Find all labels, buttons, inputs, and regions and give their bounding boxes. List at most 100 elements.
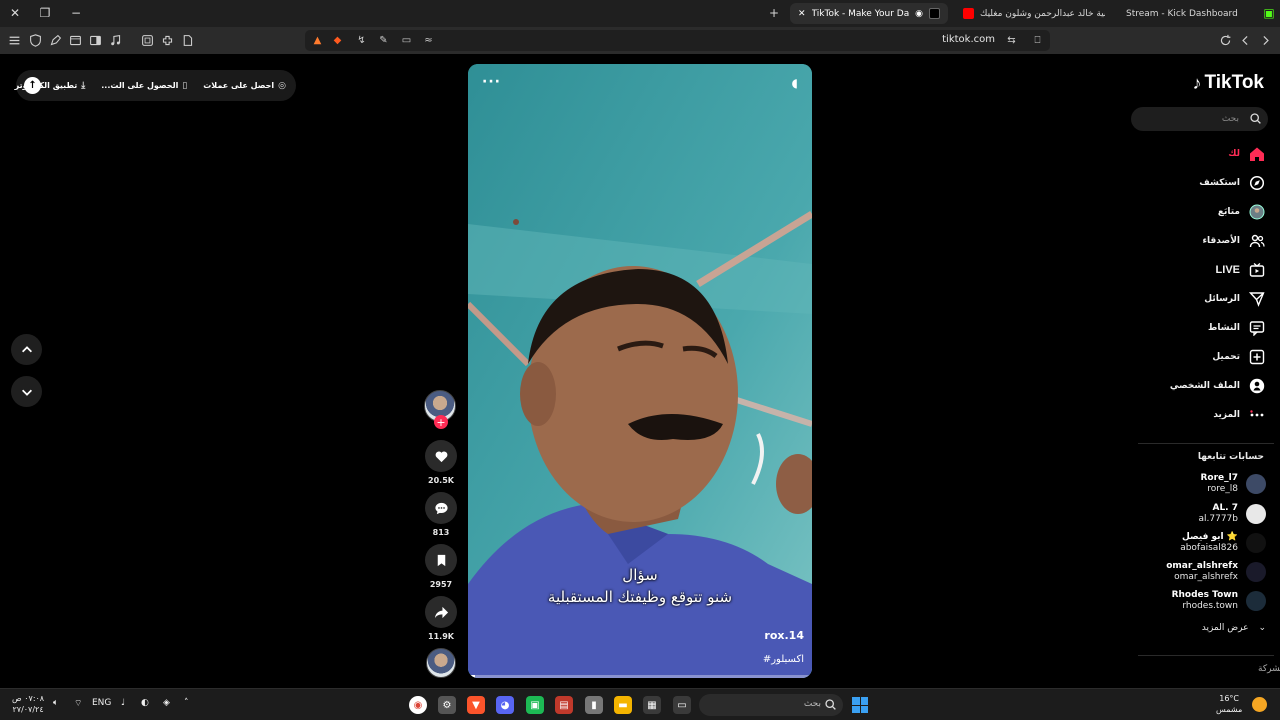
bookmark-icon[interactable]: ⎕ <box>1031 34 1044 47</box>
defender-tray-icon[interactable]: ◈ <box>163 698 170 708</box>
volume-icon[interactable]: ◖ <box>792 76 798 90</box>
sidebar-item-live[interactable]: LIVE <box>1216 260 1266 280</box>
tiktok-favicon-icon <box>929 8 940 19</box>
video-progress-bar[interactable] <box>468 675 812 678</box>
extensions-icon[interactable] <box>159 32 175 48</box>
more-options-icon[interactable]: ··· <box>482 74 501 90</box>
followed-account[interactable]: Rore_l7 rore_l8 <box>1136 471 1266 497</box>
video-hashtag[interactable]: #اكسبلور <box>763 654 804 665</box>
wave-icon[interactable]: ≈ <box>422 34 435 47</box>
comment-button[interactable] <box>425 492 457 524</box>
music-disc-avatar[interactable] <box>426 648 456 678</box>
address-bar[interactable]: ▲ ◆ ↯ ✎ ▭ ≈ tiktok.com ⇆ ⎕ <box>305 30 1050 51</box>
caption-line-2: شنو تتوقع وظيفتك المستقبلية <box>547 588 733 606</box>
language-indicator[interactable]: ENG <box>92 698 111 708</box>
microphone-icon[interactable]: ♩ <box>121 698 125 708</box>
coin-icon: ◎ <box>278 80 286 91</box>
search-box[interactable] <box>1131 107 1268 131</box>
document-icon[interactable] <box>179 32 195 48</box>
more-icon <box>1248 406 1266 424</box>
file-explorer-icon[interactable]: ▬ <box>614 696 632 714</box>
settings-icon[interactable]: ⚙ <box>438 696 456 714</box>
sidebar-icon[interactable] <box>87 32 103 48</box>
taskbar-search[interactable]: بحث <box>699 694 843 716</box>
reader-mode-icon[interactable]: ⇆ <box>1005 34 1018 47</box>
sidebar-item-messages[interactable]: الرسائل <box>1204 289 1266 309</box>
brave-shields-icon[interactable]: ◆ <box>331 34 344 47</box>
tiktok-logo[interactable]: ♪ TikTok <box>1193 72 1264 94</box>
translate-icon[interactable]: ↯ <box>355 34 368 47</box>
get-app-link[interactable]: ▯ الحصول على الت... <box>101 81 187 91</box>
youtube-favicon-icon <box>963 8 974 19</box>
taskbar-clock[interactable]: ٠٧:٠٨ ص ٢٧/٠٧/٢٤ <box>12 693 44 715</box>
search-icon[interactable] <box>1249 112 1262 125</box>
followed-account[interactable]: Rhodes Town rhodes.town <box>1136 588 1266 614</box>
sidebar-item-friends[interactable]: الأصدقاء <box>1202 231 1266 251</box>
followed-account[interactable]: ابو فيصل ⭐ abofaisal826 <box>1136 530 1266 556</box>
chrome-icon[interactable]: ◉ <box>409 696 427 714</box>
tab-kick-dashboard[interactable]: Stream - Kick Dashboard <box>1118 3 1268 24</box>
followed-account[interactable]: AL. 7 al.7777b <box>1136 501 1266 527</box>
video-player[interactable]: ··· ◖ سؤال شنو تتوقع وظيفتك المستقبلية r… <box>468 64 812 678</box>
sidebar-item-for-you[interactable]: لك <box>1228 144 1266 164</box>
search-input[interactable] <box>1139 111 1239 127</box>
brave-rewards-icon[interactable]: ▲ <box>311 34 324 47</box>
video-author[interactable]: rox.14 <box>764 629 804 642</box>
brush-icon[interactable]: ✎ <box>377 34 390 47</box>
shield-icon[interactable] <box>27 32 43 48</box>
tab-title: Stream - Kick Dashboard <box>1126 8 1238 19</box>
company-link[interactable]: الشركة <box>1258 664 1280 674</box>
pen-icon[interactable] <box>47 32 63 48</box>
restore-window-icon[interactable]: ❐ <box>35 4 55 22</box>
sidebar-item-profile[interactable]: الملف الشخصي <box>1170 376 1266 396</box>
tab-tiktok[interactable]: ✕ TikTok - Make Your Day ◉ <box>790 3 948 24</box>
audio-playing-icon[interactable]: ◉ <box>915 9 923 19</box>
video-editor-icon[interactable]: ▤ <box>555 696 573 714</box>
scroll-top-icon[interactable]: ↑ <box>24 77 41 94</box>
close-window-icon[interactable]: ✕ <box>5 4 25 22</box>
windows-start-icon[interactable] <box>852 697 868 713</box>
reload-icon[interactable] <box>1217 32 1233 48</box>
sidebar-item-explore[interactable]: استكشف <box>1199 173 1266 193</box>
menu-icon[interactable] <box>6 32 22 48</box>
get-coins-link[interactable]: ◎ احصل على عملات <box>203 81 286 91</box>
store-icon[interactable]: ▦ <box>643 696 661 714</box>
chevron-up-icon[interactable]: ˄ <box>184 698 189 708</box>
minimize-window-icon[interactable]: − <box>66 4 86 22</box>
screenshot-icon[interactable] <box>139 32 155 48</box>
url-text[interactable]: tiktok.com <box>942 34 995 45</box>
tab-youtube-song[interactable]: اغنية خالد عبدالرحمن وشلون مغليك -... <box>955 3 1113 24</box>
like-button[interactable] <box>425 440 457 472</box>
account-name: Rhodes Town <box>1171 590 1238 600</box>
picture-in-picture-icon[interactable]: ▭ <box>400 34 413 47</box>
wifi-icon[interactable]: ⌔ <box>74 698 82 709</box>
task-view-icon[interactable]: ▭ <box>673 696 691 714</box>
video-frame <box>468 64 812 678</box>
next-video-button[interactable] <box>11 376 42 407</box>
sidebar-item-more[interactable]: المزيد <box>1213 405 1266 425</box>
chevron-down-icon <box>21 389 32 396</box>
share-button[interactable] <box>425 596 457 628</box>
save-button[interactable] <box>425 544 457 576</box>
speaker-icon[interactable]: 🔈︎ <box>53 698 58 708</box>
music-icon[interactable] <box>107 32 123 48</box>
tabs-icon[interactable] <box>67 32 83 48</box>
discord-icon[interactable]: ◕ <box>496 696 514 714</box>
kick-app-icon[interactable]: ▣ <box>526 696 544 714</box>
follow-plus-icon[interactable]: + <box>434 415 448 429</box>
previous-video-button[interactable] <box>11 334 42 365</box>
mouse-app-icon[interactable]: ▮ <box>585 696 603 714</box>
sidebar-item-activity[interactable]: النشاط <box>1208 318 1266 338</box>
steam-tray-icon[interactable]: ◐ <box>141 698 149 708</box>
followed-account[interactable]: omar_alshrefx omar_alshrefx <box>1136 559 1266 585</box>
weather-widget[interactable]: 16°C مشمس <box>1216 693 1242 715</box>
forward-icon[interactable] <box>1257 32 1273 48</box>
sidebar-item-label: الرسائل <box>1204 294 1240 304</box>
back-icon[interactable] <box>1237 32 1253 48</box>
new-tab-icon[interactable]: + <box>764 4 784 22</box>
see-more-button[interactable]: ⌄ عرض المزيد <box>1202 623 1266 633</box>
sidebar-item-following[interactable]: متابَع <box>1218 202 1266 222</box>
brave-icon[interactable]: ▼ <box>467 696 485 714</box>
close-tab-icon[interactable]: ✕ <box>798 9 806 19</box>
sidebar-item-upload[interactable]: تحميل <box>1212 347 1266 367</box>
